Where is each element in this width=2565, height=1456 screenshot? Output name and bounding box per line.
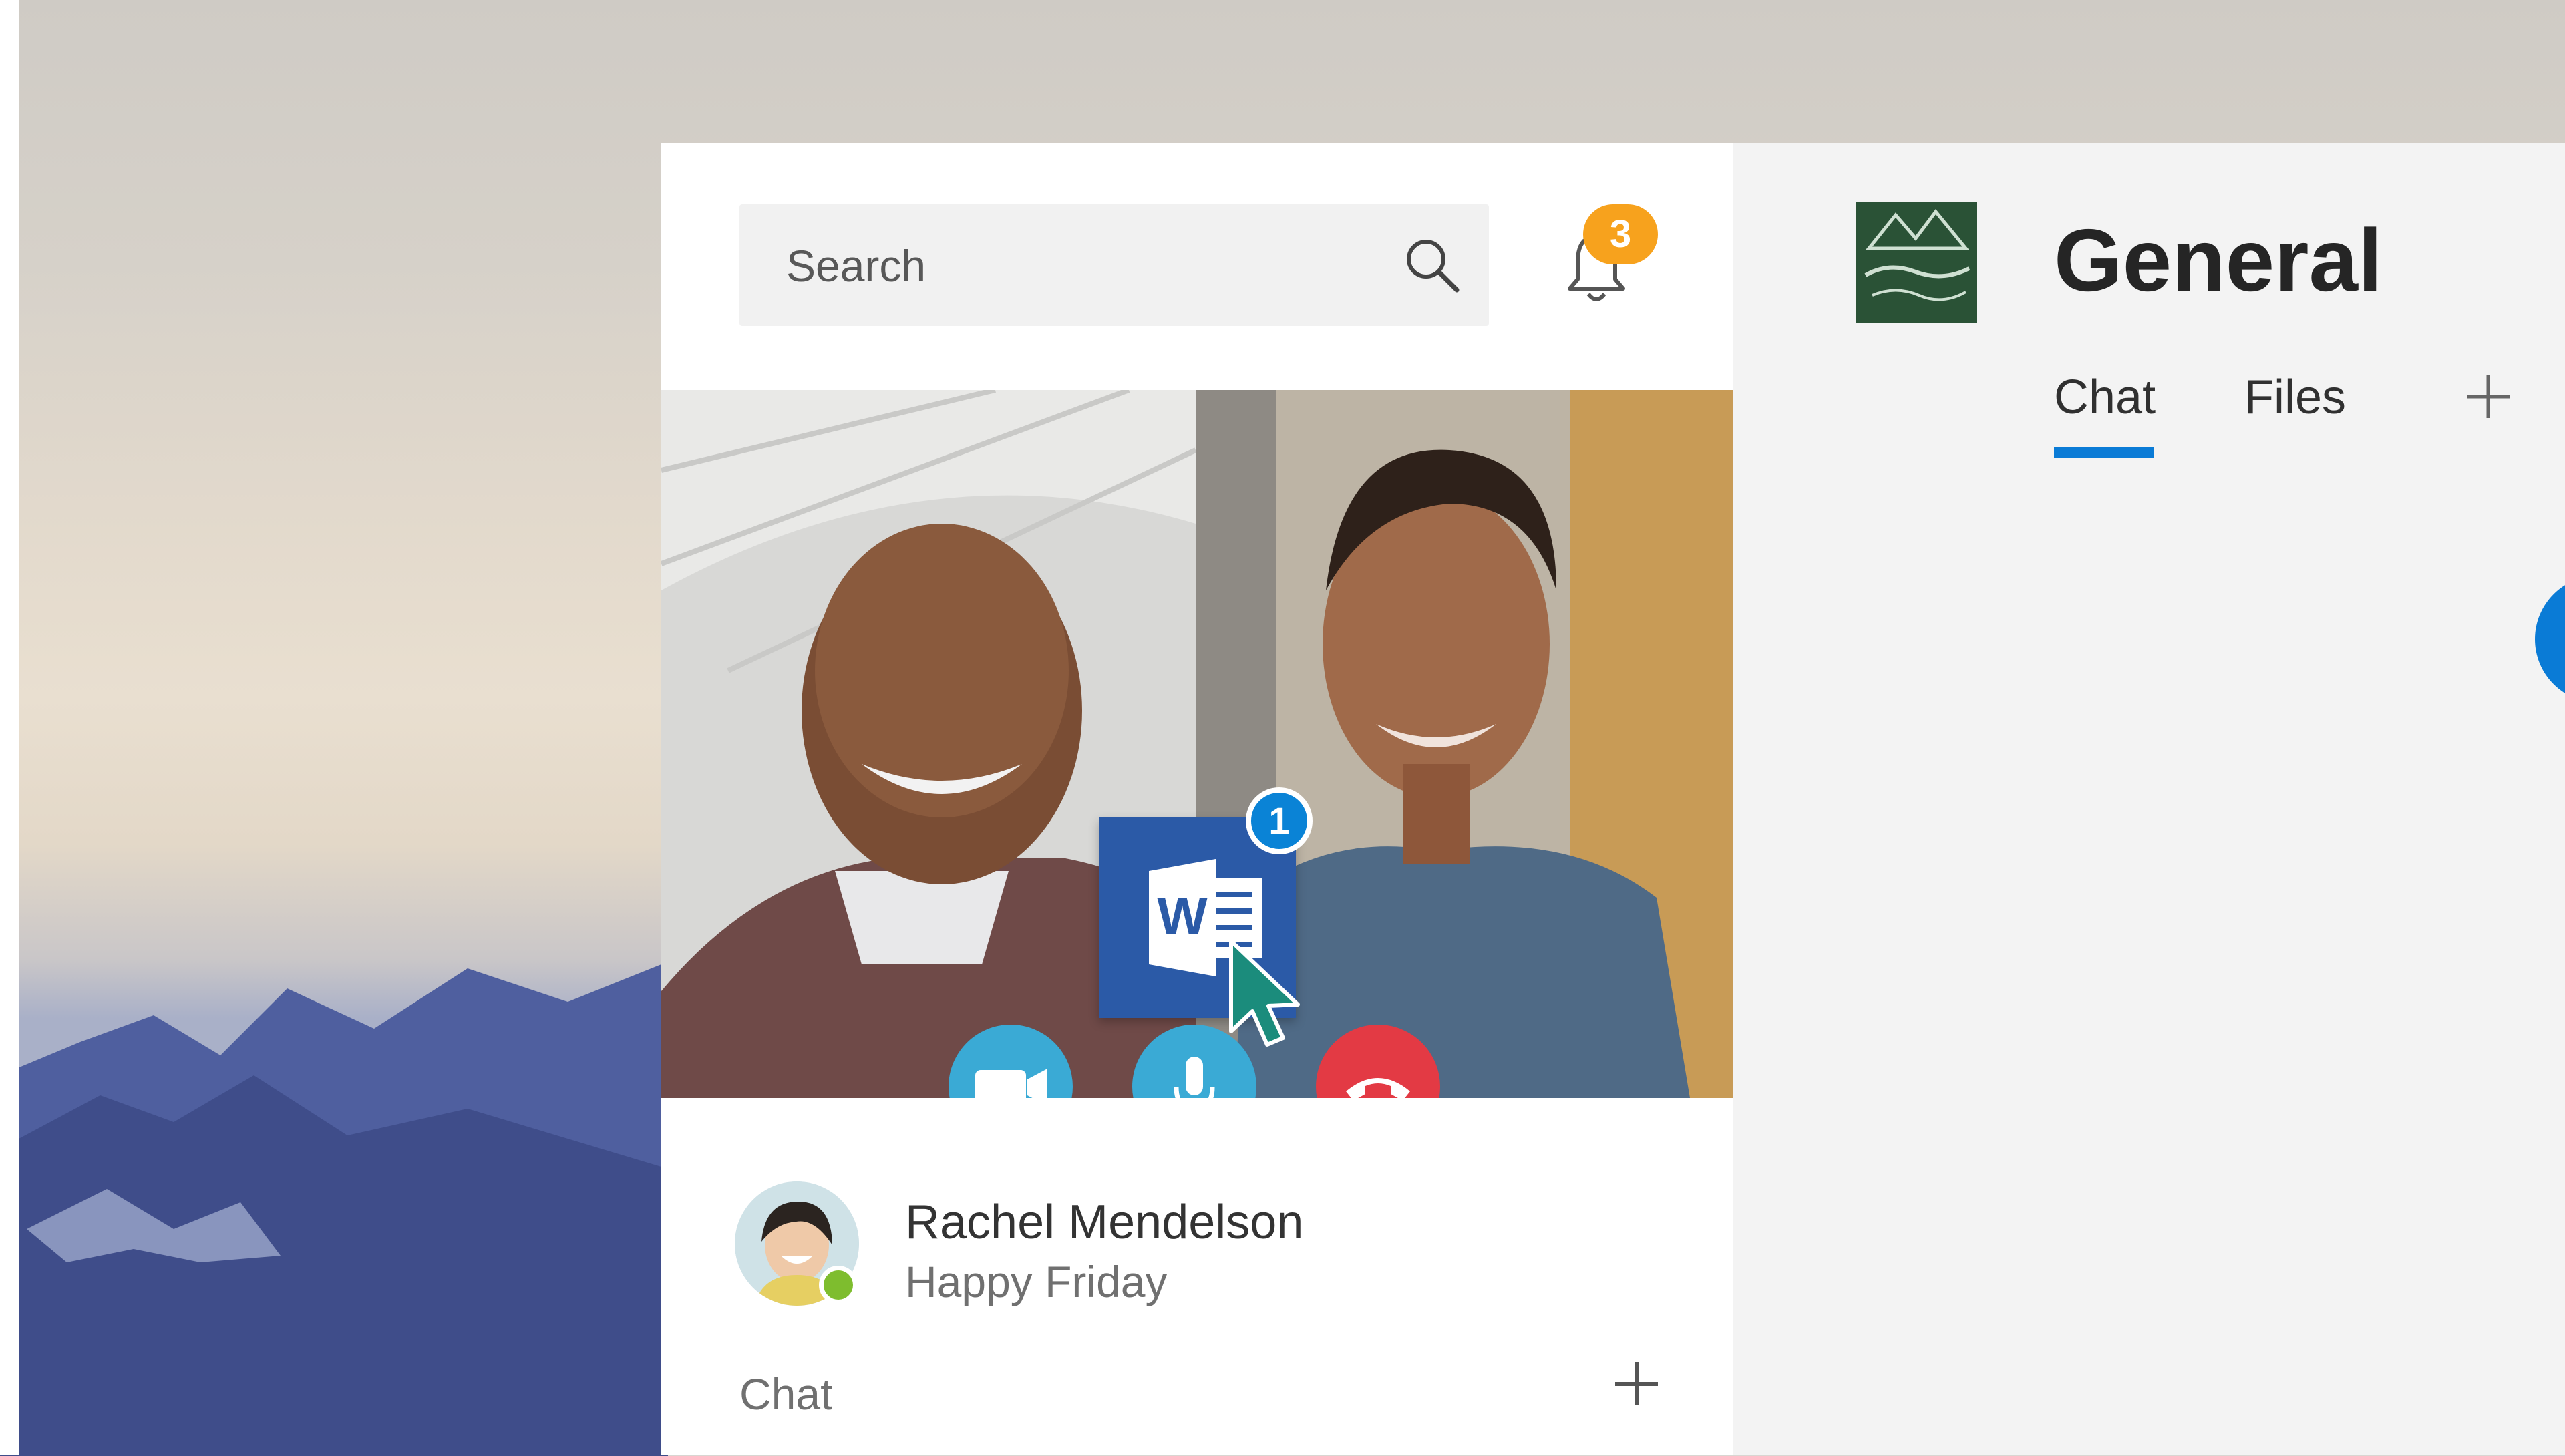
- shared-file-badge: 1: [1246, 787, 1313, 854]
- add-tab-icon[interactable]: [2461, 370, 2515, 423]
- notification-badge: 3: [1583, 204, 1658, 264]
- channel-title: General: [2054, 211, 2383, 309]
- microphone-button[interactable]: [1132, 1025, 1256, 1098]
- video-toggle-button[interactable]: [949, 1025, 1073, 1098]
- mountain-background: [0, 962, 668, 1456]
- word-letter: W: [1157, 886, 1208, 946]
- contact-status: Happy Friday: [905, 1257, 1168, 1306]
- active-tab-indicator: [2054, 447, 2154, 458]
- team-logo: [1856, 202, 1977, 323]
- tab-chat[interactable]: Chat: [2054, 370, 2156, 425]
- phone-hangup-icon: [1346, 1078, 1410, 1098]
- presence-indicator: [819, 1266, 858, 1304]
- search-box[interactable]: Search: [739, 204, 1489, 326]
- chat-section-label: Chat: [739, 1369, 833, 1419]
- add-chat-icon[interactable]: [1610, 1357, 1663, 1411]
- window-edge: [0, 0, 19, 1455]
- channel-panel: General Chat Files: [1733, 143, 2565, 1455]
- left-panel: Search 3 W 1 Rachel Mendelson Happy Frid…: [661, 143, 1733, 1455]
- search-icon[interactable]: [1402, 235, 1462, 295]
- tab-files[interactable]: Files: [2244, 370, 2346, 425]
- microphone-icon: [1174, 1057, 1215, 1098]
- contact-name: Rachel Mendelson: [905, 1196, 1304, 1249]
- hang-up-button[interactable]: [1316, 1025, 1440, 1098]
- video-camera-icon: [975, 1069, 1047, 1098]
- contact-row[interactable]: Rachel Mendelson Happy Friday: [735, 1181, 1670, 1315]
- search-input[interactable]: Search: [786, 240, 926, 291]
- video-call: W 1: [661, 390, 1733, 1098]
